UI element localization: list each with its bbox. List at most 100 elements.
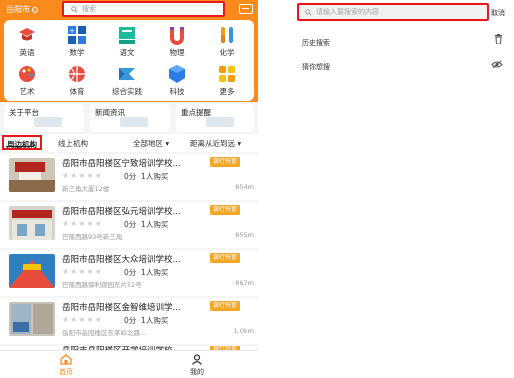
category-math[interactable]: + 数学: [56, 23, 96, 61]
category-label: 化学: [219, 48, 235, 57]
nav-me[interactable]: 我的: [184, 354, 210, 377]
list-item[interactable]: 岳阳市岳阳楼区金智维培训学... 银行托管 ★★★★★ 0分 1人购买 岳阳市岳…: [0, 298, 258, 344]
trash-icon[interactable]: [494, 34, 503, 44]
category-grid: 英语 + 数学 语文 物理 化学 艺术 体育 综合实践 科技 更多: [4, 20, 254, 101]
score-text: 0分 1人购买: [124, 267, 168, 278]
guess-search-title: 猜你想搜: [302, 63, 330, 71]
practice-icon: [119, 68, 135, 80]
score: 0分: [124, 172, 137, 181]
category-practice[interactable]: 综合实践: [106, 62, 146, 100]
buyers: 1人购买: [141, 220, 169, 229]
region-filter[interactable]: 全部地区 ▾: [133, 138, 169, 149]
institution-name: 岳阳市岳阳楼区弘元培训学校...: [62, 207, 181, 217]
chevron-down-icon: ⌄: [32, 6, 38, 13]
math-icon: +: [68, 26, 86, 44]
category-tech[interactable]: 科技: [156, 62, 196, 100]
art-icon: [19, 66, 35, 82]
eye-hidden-icon[interactable]: [491, 60, 503, 69]
score-text: 0分 1人购买: [124, 315, 168, 326]
institution-address: 岳阳市岳阳楼区东茅岭北路...: [62, 329, 147, 337]
nav-home[interactable]: 首页: [53, 354, 79, 377]
institution-photo: [9, 302, 55, 336]
quick-link-reminder[interactable]: 重点提醒: [176, 104, 254, 132]
category-label: 英语: [19, 48, 35, 57]
rating-stars: ★★★★★: [62, 171, 103, 180]
category-physics[interactable]: 物理: [156, 23, 196, 61]
score: 0分: [124, 220, 137, 229]
score-text: 0分 1人购买: [124, 219, 168, 230]
category-label: 艺术: [19, 87, 35, 96]
home-icon: [60, 354, 72, 365]
rating-stars: ★★★★★: [62, 219, 103, 228]
svg-text:+: +: [69, 27, 75, 35]
status-badge: 银行托管: [210, 205, 241, 215]
score-text: 0分 1人购买: [124, 171, 168, 182]
score: 0分: [124, 316, 137, 325]
institution-address: 新三角大厦12楼: [62, 185, 110, 193]
quick-link-illustration: [120, 117, 148, 127]
rating-stars: ★★★★★: [62, 267, 103, 276]
category-label: 科技: [169, 87, 185, 96]
quick-link-news[interactable]: 新闻资讯: [90, 104, 170, 132]
search-screen: 请输入要搜索的内容 取消 历史搜索 猜你想搜: [258, 0, 514, 378]
user-icon: [192, 354, 202, 365]
status-badge: 银行托管: [210, 301, 241, 311]
list-item[interactable]: 岳阳市岳阳楼区弘元培训学校... 银行托管 ★★★★★ 0分 1人购买 巴陵西路…: [0, 202, 258, 248]
sports-icon: [69, 66, 85, 82]
city-label: 岳阳市: [6, 5, 30, 14]
institution-name: 岳阳市岳阳楼区大众培训学校...: [62, 255, 181, 265]
search-placeholder: 请输入要搜索的内容: [316, 8, 379, 16]
rating-stars: ★★★★★: [62, 315, 103, 324]
institution-distance: 867m: [235, 279, 254, 287]
category-label: 体育: [69, 87, 85, 96]
search-input[interactable]: 请输入要搜索的内容: [297, 3, 489, 21]
category-chemistry[interactable]: 化学: [206, 23, 246, 61]
category-english[interactable]: 英语: [6, 23, 46, 61]
search-icon: [305, 8, 312, 16]
institution-address: 巴陵西路保利观园东片52号: [62, 281, 142, 289]
institution-name: 岳阳市岳阳楼区金智维培训学...: [62, 303, 181, 313]
chinese-icon: [119, 27, 135, 44]
tab-nearby[interactable]: 周边机构: [2, 135, 42, 150]
bottom-nav: 首页 我的: [0, 350, 258, 378]
institution-tab-bar: 周边机构 线上机构 全部地区 ▾ 距离从近到远 ▾: [0, 134, 258, 152]
category-chinese[interactable]: 语文: [106, 23, 146, 61]
category-more[interactable]: 更多: [206, 62, 246, 100]
institution-distance: 1.0km: [233, 327, 254, 335]
category-label: 更多: [219, 87, 235, 96]
history-search-title: 历史搜索: [302, 39, 330, 47]
search-icon: [71, 5, 78, 13]
quick-link-illustration: [206, 117, 234, 127]
tab-online[interactable]: 线上机构: [58, 138, 88, 149]
institution-distance: 854m: [235, 183, 254, 191]
list-item[interactable]: 岳阳市岳阳楼区宁致培训学校... 银行托管 ★★★★★ 0分 1人购买 新三角大…: [0, 154, 258, 200]
quick-link-illustration: [34, 117, 62, 127]
institution-photo: [9, 254, 55, 288]
more-icon: [219, 66, 235, 82]
category-sports[interactable]: 体育: [56, 62, 96, 100]
buyers: 1人购买: [141, 268, 169, 277]
nav-home-label: 首页: [59, 368, 73, 376]
category-label: 综合实践: [112, 87, 142, 96]
city-selector[interactable]: 岳阳市 ⌄: [6, 4, 38, 15]
institution-address: 巴陵西路93号新三角: [62, 233, 123, 241]
status-badge: 银行托管: [210, 157, 241, 167]
search-input[interactable]: 搜索: [62, 1, 225, 17]
message-icon[interactable]: [239, 4, 253, 14]
tech-icon: [169, 65, 185, 83]
institution-distance: 855m: [235, 231, 254, 239]
nav-me-label: 我的: [190, 368, 204, 376]
category-art[interactable]: 艺术: [6, 62, 46, 100]
status-badge: 银行托管: [210, 253, 241, 263]
list-item[interactable]: 岳阳市岳阳楼区大众培训学校... 银行托管 ★★★★★ 0分 1人购买 巴陵西路…: [0, 250, 258, 296]
category-label: 语文: [119, 48, 135, 57]
institution-photo: [9, 206, 55, 240]
sort-filter[interactable]: 距离从近到远 ▾: [190, 138, 241, 149]
category-label: 数学: [69, 48, 85, 57]
cancel-button[interactable]: 取消: [491, 8, 505, 18]
search-placeholder: 搜索: [82, 5, 96, 13]
institution-name: 岳阳市岳阳楼区宁致培训学校...: [62, 159, 181, 169]
home-screen: 岳阳市 ⌄ 搜索 英语 + 数学 语文 物理 化学 艺术 体育 综合实践 科技 …: [0, 0, 258, 378]
category-label: 物理: [169, 48, 185, 57]
quick-link-about[interactable]: 关于平台: [4, 104, 84, 132]
